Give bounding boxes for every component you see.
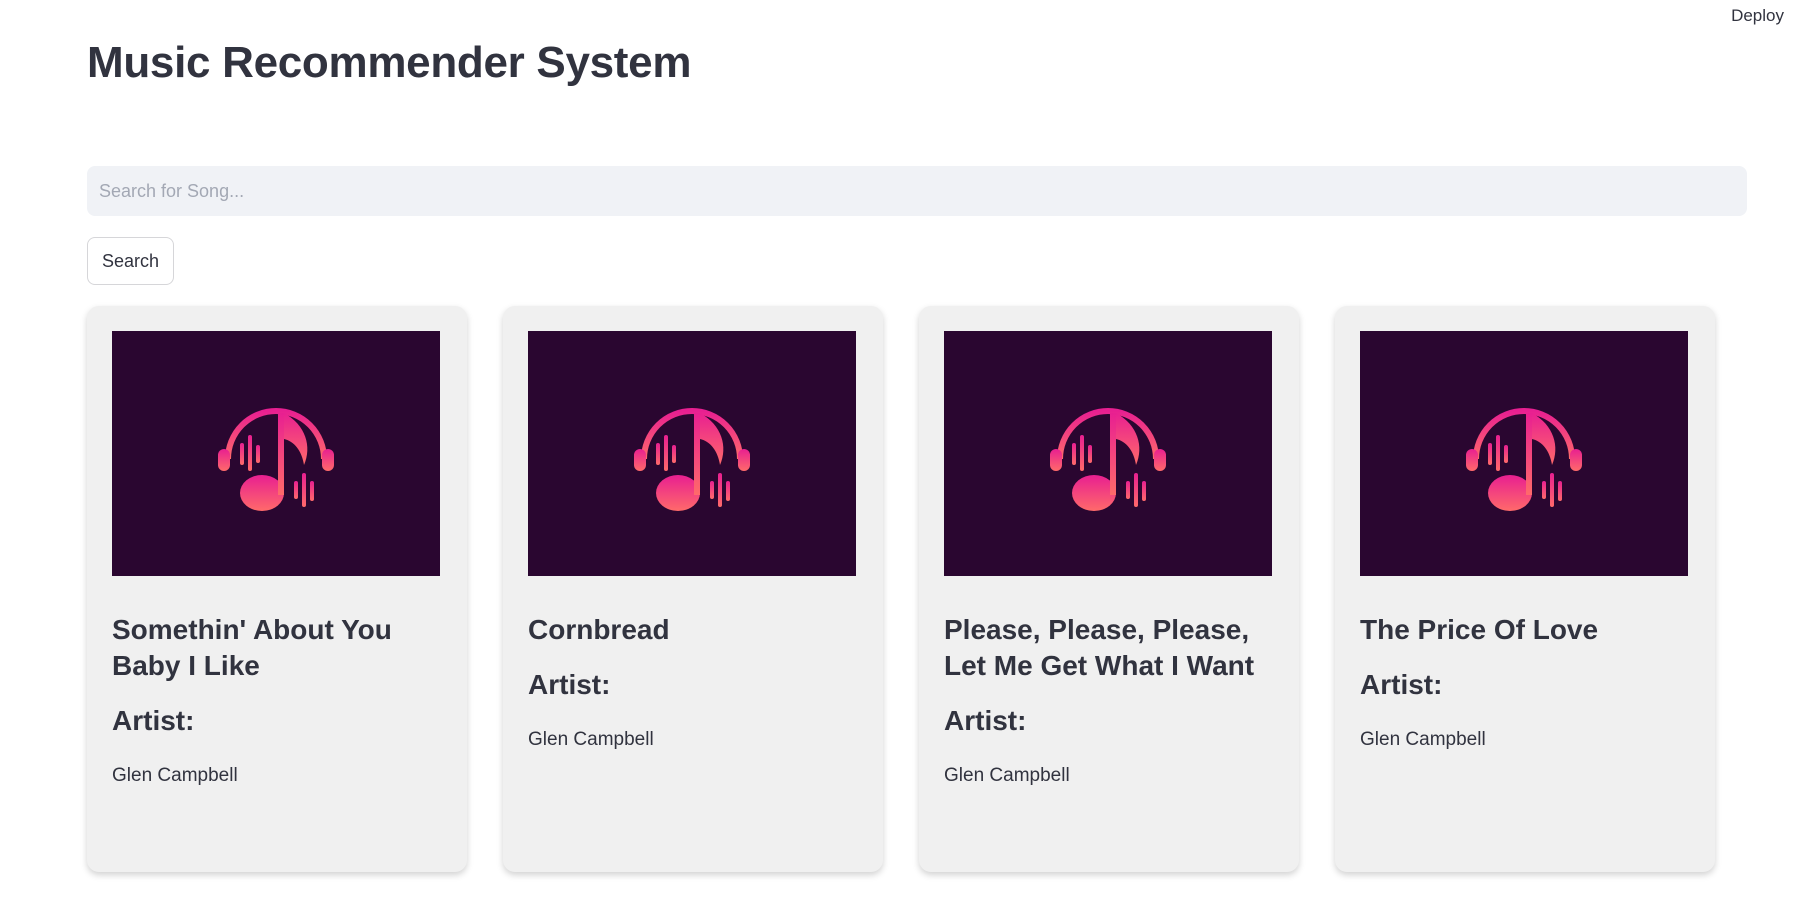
song-thumbnail [112,331,440,576]
search-button[interactable]: Search [87,237,175,285]
song-title: Please, Please, Please, Let Me Get What … [944,614,1255,681]
headphones-music-note-icon [1050,407,1166,511]
song-thumbnail [944,331,1272,576]
song-title: The Price Of Love [1360,614,1599,645]
song-title: Cornbread [528,614,670,645]
song-thumbnail [528,331,856,576]
artist-name: Glen Campbell [528,729,654,750]
search-input[interactable] [87,166,1747,216]
song-card: Cornbread Artist: Glen Campbell [503,306,883,872]
headphones-music-note-icon [1466,407,1582,511]
artist-label: Artist: [528,669,611,700]
song-card: Somethin' About You Baby I Like Artist: … [87,306,467,872]
headphones-music-note-icon [634,407,750,511]
artist-label: Artist: [1360,669,1443,700]
artist-name: Glen Campbell [1360,729,1486,750]
headphones-music-note-icon [218,407,334,511]
song-card: Please, Please, Please, Let Me Get What … [919,306,1299,872]
page-title: Music Recommender System [87,38,692,87]
song-thumbnail [1360,331,1688,576]
artist-label: Artist: [944,705,1027,736]
deploy-button[interactable]: Deploy [1725,4,1790,28]
artist-label: Artist: [112,705,195,736]
song-card: The Price Of Love Artist: Glen Campbell [1335,306,1715,872]
artist-name: Glen Campbell [112,765,238,786]
artist-name: Glen Campbell [944,765,1070,786]
song-title: Somethin' About You Baby I Like [112,614,392,681]
